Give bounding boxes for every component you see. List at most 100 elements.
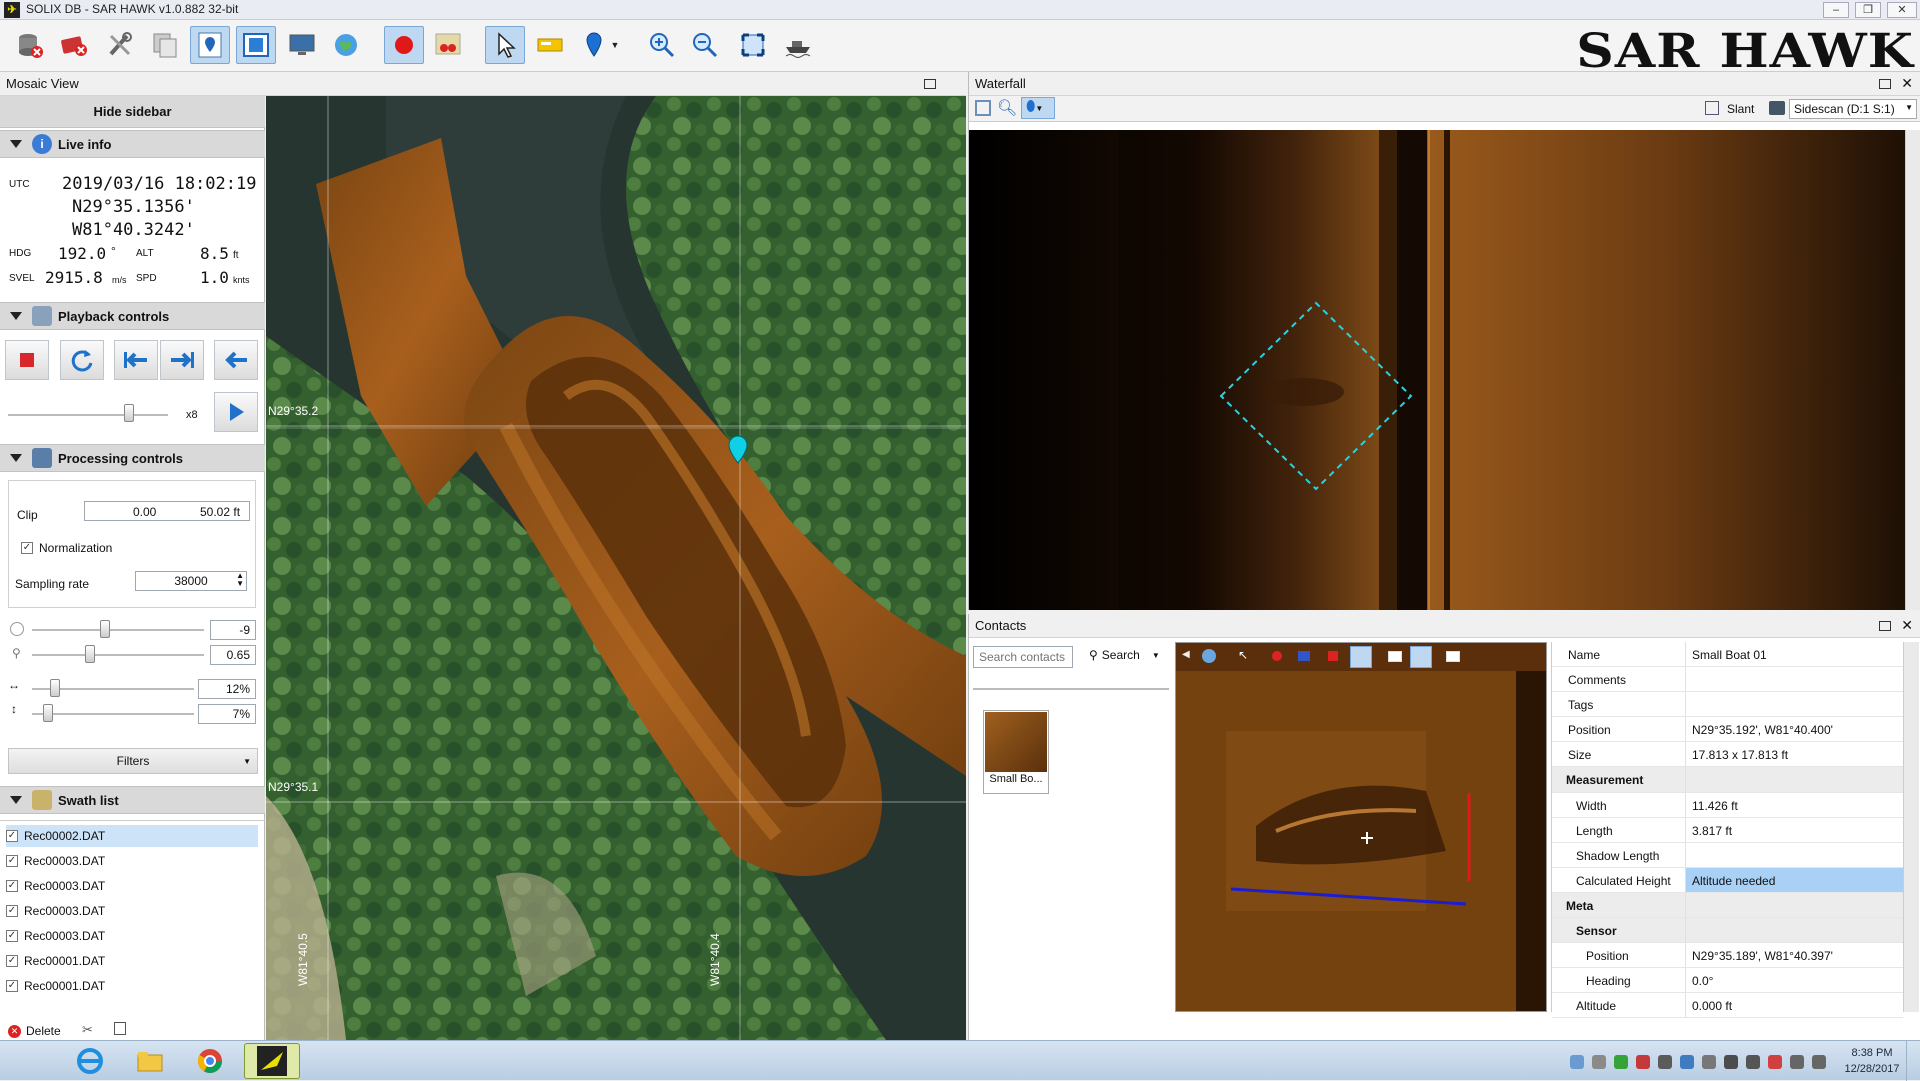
tray-keyboard-icon[interactable]	[1790, 1055, 1804, 1069]
sidescan-select[interactable]: Sidescan (D:1 S:1) ▼	[1789, 99, 1917, 119]
split-view-button[interactable]	[236, 26, 276, 64]
play-reverse-button[interactable]	[214, 340, 258, 380]
place-marker-dropdown[interactable]: ▼	[575, 26, 625, 64]
tray-network-icon[interactable]	[1570, 1055, 1584, 1069]
prop-value[interactable]	[1686, 667, 1903, 691]
gain-slider-thumb[interactable]	[85, 645, 96, 663]
swath-item[interactable]: ✓ Rec00001.DAT	[6, 975, 258, 997]
checkbox-icon[interactable]: ✓	[6, 930, 18, 942]
grid-icon[interactable]	[1446, 651, 1460, 662]
tray-security-icon[interactable]	[1614, 1055, 1628, 1069]
swath-item[interactable]: ✓ Rec00003.DAT	[6, 925, 258, 947]
prop-value[interactable]: N29°35.192', W81°40.400'	[1686, 717, 1903, 741]
ruler-button[interactable]	[530, 26, 570, 64]
tray-display-icon[interactable]	[1812, 1055, 1826, 1069]
mosaic-map[interactable]: N29°35.2 N29°35.1 W81°40.5 W81°40.4	[266, 96, 966, 1040]
copy-layers-button[interactable]	[145, 26, 185, 64]
undock-icon[interactable]	[1879, 621, 1891, 631]
gain-slider[interactable]	[32, 654, 204, 656]
checkbox-icon[interactable]: ✓	[6, 980, 18, 992]
tray-sync-icon[interactable]	[1680, 1055, 1694, 1069]
prop-calculated-height[interactable]: Calculated Height Altitude needed	[1552, 867, 1903, 893]
play-button[interactable]	[214, 392, 258, 432]
delete-swath-button[interactable]: ✕ Delete	[8, 1024, 61, 1038]
zoom-out-button[interactable]	[685, 26, 725, 64]
prop-value[interactable]: Altitude needed	[1686, 867, 1903, 892]
contact-thumbnail[interactable]: Small Bo...	[983, 710, 1049, 794]
close-icon[interactable]: ✕	[1901, 617, 1913, 634]
file-explorer-button[interactable]	[122, 1043, 178, 1079]
chrome-button[interactable]	[182, 1043, 238, 1079]
next-file-button[interactable]	[160, 340, 204, 380]
tray-flag-icon[interactable]	[1768, 1055, 1782, 1069]
prop-heading[interactable]: Heading 0.0°	[1552, 968, 1903, 994]
swath-item[interactable]: ✓ Rec00003.DAT	[6, 850, 258, 872]
spinner-icon[interactable]: ▲ ▼	[236, 572, 244, 588]
clock[interactable]: 8:38 PM 12/28/2017	[1842, 1045, 1902, 1077]
processing-controls-header[interactable]: Processing controls	[0, 444, 265, 472]
previous-file-button[interactable]	[114, 340, 158, 380]
prop-position[interactable]: Position N29°35.192', W81°40.400'	[1552, 717, 1903, 743]
show-desktop-button[interactable]	[1906, 1041, 1920, 1081]
minimize-button[interactable]: –	[1823, 2, 1849, 18]
fit-extent-button[interactable]	[733, 26, 773, 64]
prop-value[interactable]: 0.0°	[1686, 968, 1903, 992]
hide-sidebar-button[interactable]: Hide sidebar	[0, 96, 265, 128]
waterfall-scrollbar[interactable]	[1905, 130, 1920, 610]
brightness-slider[interactable]	[32, 629, 204, 631]
swath-item[interactable]: ✓ Rec00001.DAT	[6, 950, 258, 972]
sampling-rate-input[interactable]: 38000 ▲ ▼	[135, 571, 247, 591]
record-icon[interactable]	[1272, 651, 1282, 661]
marker-tool-button[interactable]: ⬮▼	[1021, 97, 1055, 119]
prop-value[interactable]	[1686, 843, 1903, 867]
fit-icon[interactable]	[975, 100, 991, 116]
filters-dropdown[interactable]: Filters ▼	[8, 748, 258, 774]
horizontal-scale-thumb[interactable]	[50, 679, 61, 697]
zoom-in-button[interactable]	[642, 26, 682, 64]
select-pointer-button[interactable]	[485, 26, 525, 64]
tray-usb-icon[interactable]	[1702, 1055, 1716, 1069]
close-window-button[interactable]: ✕	[1887, 2, 1917, 18]
thumbnail-size-slider[interactable]	[973, 688, 1169, 690]
monitor-button[interactable]	[282, 26, 322, 64]
sar-hawk-taskbar-button[interactable]	[244, 1043, 300, 1079]
tray-wifi-icon[interactable]	[1724, 1055, 1738, 1069]
export-icon[interactable]	[114, 1022, 126, 1035]
prop-name[interactable]: Name Small Boat 01	[1552, 642, 1903, 668]
prop-value[interactable]: Small Boat 01	[1686, 642, 1903, 666]
prop-comments[interactable]: Comments	[1552, 667, 1903, 693]
undock-icon[interactable]	[1879, 79, 1891, 89]
checkbox-icon[interactable]: ✓	[6, 880, 18, 892]
prop-sensor-position[interactable]: Position N29°35.189', W81°40.397'	[1552, 943, 1903, 969]
list-view-button[interactable]	[1410, 646, 1432, 668]
checkbox-icon[interactable]: ✓	[6, 955, 18, 967]
tray-app-icon[interactable]	[1658, 1055, 1672, 1069]
pointer-icon[interactable]: ↖	[1238, 648, 1248, 662]
prop-value[interactable]	[1686, 692, 1903, 716]
stop-button[interactable]	[5, 340, 49, 380]
prop-value[interactable]: 0.000 ft	[1686, 993, 1903, 1017]
prop-width[interactable]: Width 11.426 ft	[1552, 792, 1903, 818]
checkbox-icon[interactable]: ✓	[6, 830, 18, 842]
prop-group-sensor[interactable]: Sensor	[1552, 918, 1903, 944]
checkbox-icon[interactable]: ✓	[6, 905, 18, 917]
vertical-scale-thumb[interactable]	[42, 704, 53, 722]
tray-alert-icon[interactable]	[1636, 1055, 1650, 1069]
brightness-value[interactable]: -9	[210, 620, 256, 640]
prop-length[interactable]: Length 3.817 ft	[1552, 817, 1903, 843]
tray-device-icon[interactable]	[1592, 1055, 1606, 1069]
prop-size[interactable]: Size 17.813 x 17.813 ft	[1552, 742, 1903, 768]
live-info-header[interactable]: i Live info	[0, 130, 265, 158]
database-delete-button[interactable]	[10, 26, 50, 64]
maximize-button[interactable]: ❐	[1855, 2, 1881, 18]
prop-value[interactable]: N29°35.189', W81°40.397'	[1686, 943, 1903, 967]
playback-controls-header[interactable]: Playback controls	[0, 302, 265, 330]
mosaic-pin-button[interactable]	[190, 26, 230, 64]
search-contacts-input[interactable]	[973, 646, 1073, 668]
playback-speed-thumb[interactable]	[123, 404, 134, 422]
tools-button[interactable]	[100, 26, 140, 64]
clip-range-field[interactable]: 0.00 50.02 ft	[84, 501, 250, 521]
zoom-icon[interactable]: 🔍︎	[997, 98, 1017, 118]
prop-value[interactable]: 17.813 x 17.813 ft	[1686, 742, 1903, 766]
prop-value[interactable]: 3.817 ft	[1686, 818, 1903, 842]
